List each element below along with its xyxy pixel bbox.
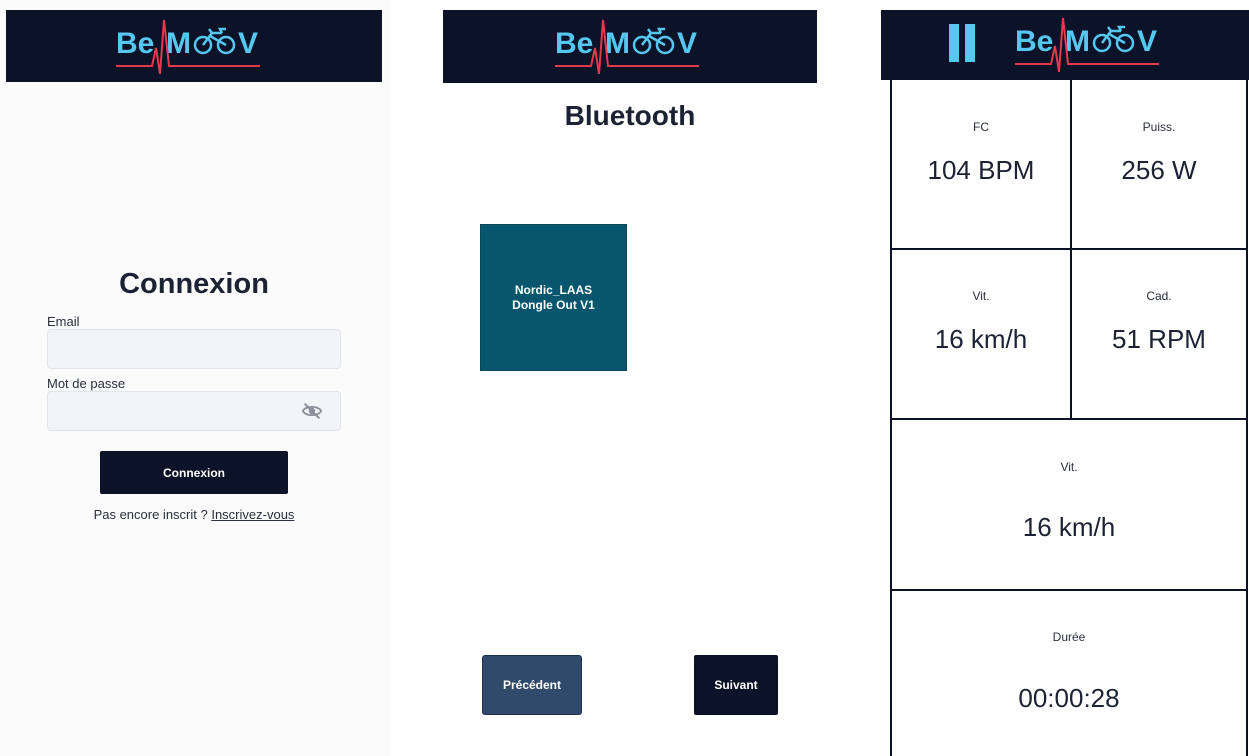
device-name-line2: Dongle Out V1 [512, 297, 595, 312]
eye-off-icon[interactable] [301, 400, 323, 422]
previous-button[interactable]: Précédent [482, 655, 582, 715]
metric-value: 104 BPM [927, 155, 1035, 185]
svg-text:M: M [1065, 25, 1090, 58]
device-tile[interactable]: Nordic_LAAS Dongle Out V1 [480, 224, 627, 371]
email-field[interactable] [47, 329, 341, 369]
app-header: Be M V [6, 10, 382, 82]
metric-label: Cad. [1146, 289, 1172, 303]
svg-text:Be: Be [1015, 25, 1053, 58]
metric-speed: Vit. 16 km/h [892, 250, 1070, 418]
signup-prompt-text: Pas encore inscrit ? [93, 507, 212, 522]
page-title: Connexion [119, 268, 269, 300]
password-label: Mot de passe [47, 376, 126, 391]
login-button[interactable]: Connexion [100, 451, 288, 494]
page-title: Bluetooth [564, 100, 696, 131]
metric-label: FC [973, 120, 989, 134]
svg-text:V: V [1137, 25, 1157, 58]
dashboard-screen: Be M V FC 104 BPM Puiss. 256 W Vit. 16 k… [876, 0, 1249, 756]
next-button[interactable]: Suivant [694, 655, 778, 715]
svg-text:Be: Be [555, 27, 593, 60]
svg-text:V: V [677, 27, 697, 60]
signup-prompt: Pas encore inscrit ? Inscrivez-vous [47, 507, 341, 522]
password-field[interactable] [47, 391, 341, 431]
device-name-line1: Nordic_LAAS [514, 282, 593, 297]
bluetooth-screen: Be M V Bluetooth Nordic_LAAS Dongle Out … [437, 0, 825, 756]
metric-speed-large: Vit. 16 km/h [892, 420, 1246, 589]
bicycle-icon [1092, 25, 1135, 53]
login-screen: Be M V Connexion Email Mot de passe Conn… [0, 0, 390, 756]
pause-icon[interactable] [947, 24, 977, 62]
metric-duration: Durée 00:00:28 [892, 591, 1246, 756]
metric-value: 256 W [1121, 155, 1197, 185]
bicycle-icon [193, 27, 236, 55]
metric-label: Vit. [972, 289, 990, 303]
bemoov-logo: Be M V [1015, 17, 1159, 72]
svg-text:M: M [166, 27, 191, 60]
metric-heart-rate: FC 104 BPM [892, 80, 1070, 248]
metric-label: Puiss. [1142, 120, 1176, 134]
svg-text:Be: Be [116, 27, 154, 60]
metric-value: 16 km/h [934, 324, 1028, 354]
signup-link[interactable]: Inscrivez-vous [211, 507, 294, 522]
metric-value: 51 RPM [1112, 324, 1206, 354]
metric-cadence: Cad. 51 RPM [1072, 250, 1246, 418]
svg-text:M: M [605, 27, 630, 60]
metric-value: 00:00:28 [1018, 683, 1120, 713]
metric-label: Vit. [1060, 460, 1078, 474]
bicycle-icon [632, 27, 675, 55]
svg-text:V: V [238, 27, 258, 60]
bemoov-logo: Be M V [116, 19, 260, 74]
metric-power: Puiss. 256 W [1072, 80, 1246, 248]
app-header: Be M V [881, 10, 1249, 80]
app-header: Be M V [443, 10, 817, 83]
email-label: Email [47, 314, 80, 329]
metric-value: 16 km/h [1022, 512, 1116, 542]
metrics-grid: FC 104 BPM Puiss. 256 W Vit. 16 km/h Cad… [890, 80, 1248, 756]
metric-label: Durée [1052, 630, 1086, 644]
bemoov-logo: Be M V [555, 19, 699, 74]
